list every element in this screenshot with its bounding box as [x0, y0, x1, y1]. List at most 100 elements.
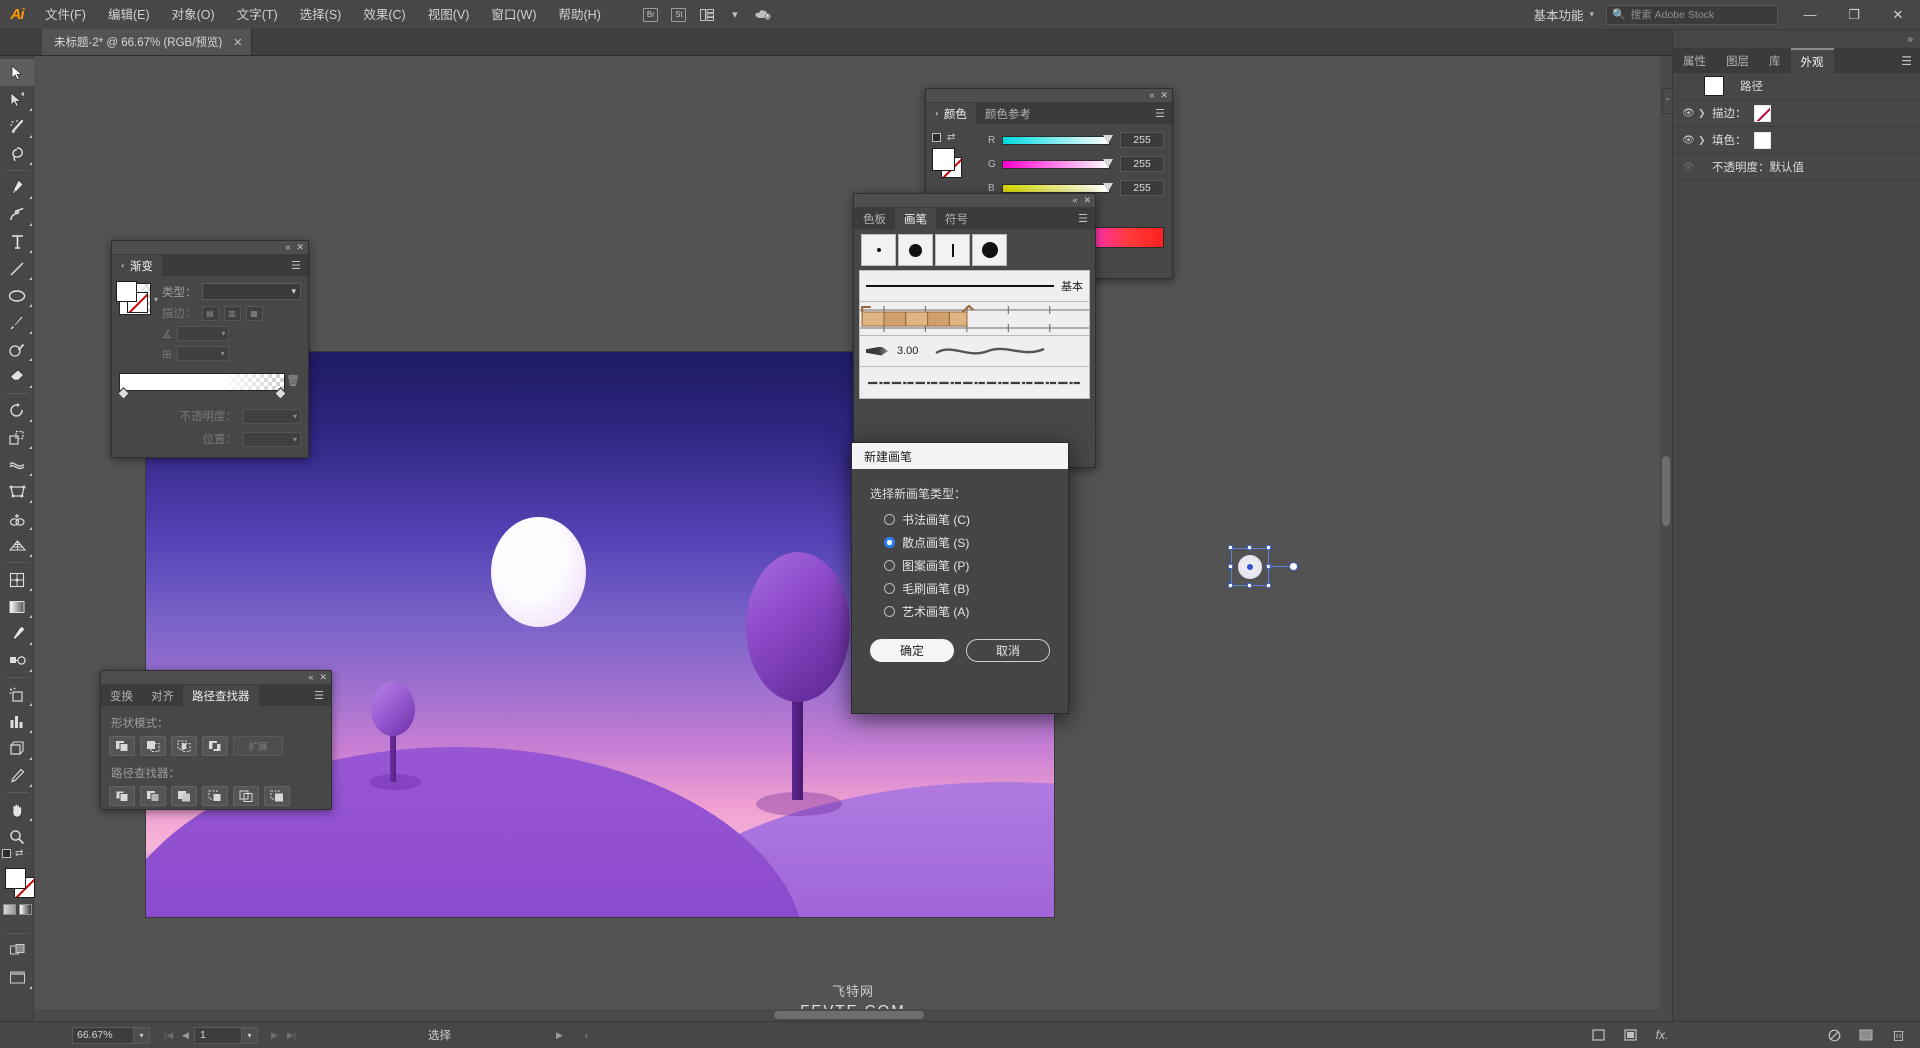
- fill-visibility-eye-icon[interactable]: 👁: [1679, 135, 1698, 146]
- color-slider-r[interactable]: R 255: [988, 132, 1164, 148]
- channel-r-knob[interactable]: [1103, 134, 1113, 144]
- gradient-aspect-input[interactable]: ▾: [176, 346, 229, 361]
- intersect-icon[interactable]: [171, 736, 197, 756]
- gradient-preset-caret-icon[interactable]: ▾: [154, 295, 158, 304]
- window-minimize-button[interactable]: —: [1788, 0, 1832, 30]
- brushes-panel-menu-icon[interactable]: ☰: [1071, 208, 1095, 229]
- bridge-icon[interactable]: Br: [638, 5, 664, 25]
- channel-b-track[interactable]: [1002, 182, 1113, 193]
- radio-art-brush-indicator[interactable]: [884, 606, 895, 617]
- line-segment-tool[interactable]: [0, 255, 34, 282]
- outline-icon[interactable]: [233, 786, 259, 806]
- channel-g-value[interactable]: 255: [1120, 156, 1164, 172]
- minus-front-icon[interactable]: [140, 736, 166, 756]
- shape-builder-tool[interactable]: [0, 505, 34, 532]
- selection-tool[interactable]: [0, 59, 34, 86]
- tab-symbols[interactable]: 符号: [936, 208, 977, 229]
- merge-icon[interactable]: [171, 786, 197, 806]
- tab-layers[interactable]: 图层: [1716, 48, 1759, 73]
- radio-scatter-brush[interactable]: 散点画笔 (S): [884, 534, 1050, 551]
- menu-effect[interactable]: 效果(C): [352, 0, 416, 30]
- radio-calligraphic-brush[interactable]: 书法画笔 (C): [884, 511, 1050, 528]
- pen-tool[interactable]: [0, 174, 34, 201]
- right-dock-expand-icon[interactable]: »: [1673, 30, 1920, 48]
- handle-bottom-right[interactable]: [1266, 583, 1271, 588]
- window-close-button[interactable]: ✕: [1876, 0, 1920, 30]
- trash-icon[interactable]: [1890, 1028, 1906, 1042]
- stroke-expand-arrow-icon[interactable]: ❯: [1698, 108, 1712, 119]
- zoom-level-input[interactable]: 66.67%: [72, 1026, 134, 1044]
- artboard-number-input[interactable]: 1: [194, 1026, 242, 1044]
- canvas-vertical-scrollbar[interactable]: [1660, 56, 1672, 1021]
- status-back-icon[interactable]: ‹: [578, 1030, 595, 1040]
- tab-color[interactable]: ◐ 颜色: [926, 103, 976, 124]
- magic-wand-tool[interactable]: [0, 113, 34, 140]
- stroke-gradient-across[interactable]: ▦: [245, 305, 263, 321]
- channel-g-track[interactable]: [1002, 158, 1113, 169]
- radio-bristle-brush-indicator[interactable]: [884, 583, 895, 594]
- brush-list-item-basic[interactable]: 基本: [860, 271, 1089, 302]
- pathfinder-panel[interactable]: « ✕ 变换 对齐 路径查找器 ☰ 形状模式： 扩展 路径查找器：: [100, 670, 332, 810]
- swap-fill-stroke-icon[interactable]: ⇄: [15, 848, 23, 859]
- arrange-documents-icon[interactable]: [694, 5, 720, 25]
- symbol-sprayer-tool[interactable]: [0, 681, 34, 708]
- appearance-row-stroke[interactable]: 👁 ❯ 描边：: [1673, 100, 1920, 127]
- stroke-color-swatch[interactable]: [1753, 104, 1771, 122]
- type-tool[interactable]: [0, 228, 34, 255]
- first-artboard-button[interactable]: |◀: [160, 1030, 177, 1041]
- color-default-icon[interactable]: [932, 133, 941, 142]
- menu-help[interactable]: 帮助(H): [548, 0, 612, 30]
- paintbrush-tool[interactable]: [0, 309, 34, 336]
- color-swap-icon[interactable]: ⇄: [947, 132, 955, 143]
- color-panel-titlebar[interactable]: « ✕: [926, 89, 1172, 103]
- gradient-type-select[interactable]: ▾: [201, 283, 301, 300]
- window-restore-button[interactable]: ❐: [1832, 0, 1876, 30]
- tab-color-guide[interactable]: 颜色参考: [976, 103, 1040, 124]
- drawing-modes-icon[interactable]: [0, 937, 34, 964]
- brushes-panel-collapse-icon[interactable]: «: [1072, 196, 1077, 205]
- channel-g-knob[interactable]: [1103, 158, 1113, 168]
- gradient-panel-titlebar[interactable]: « ✕: [112, 241, 308, 255]
- search-adobe-stock-input[interactable]: 🔍 搜索 Adobe Stock: [1606, 4, 1778, 25]
- document-tab-close-icon[interactable]: ✕: [233, 36, 242, 49]
- channel-b-value[interactable]: 255: [1120, 180, 1164, 196]
- fill-swatch[interactable]: [5, 868, 26, 889]
- stroke-gradient-along[interactable]: ▥: [223, 305, 241, 321]
- pathfinder-panel-titlebar[interactable]: « ✕: [101, 671, 331, 685]
- unite-icon[interactable]: [109, 736, 135, 756]
- next-artboard-button[interactable]: ▶: [266, 1030, 283, 1041]
- channel-b-knob[interactable]: [1103, 182, 1113, 192]
- screen-mode-icon[interactable]: [1858, 1028, 1874, 1042]
- menu-type[interactable]: 文字(T): [226, 0, 289, 30]
- color-panel-close-icon[interactable]: ✕: [1160, 91, 1168, 100]
- gradient-panel-close-icon[interactable]: ✕: [296, 243, 304, 252]
- tab-transform[interactable]: 变换: [101, 685, 142, 706]
- selected-object[interactable]: [1228, 545, 1298, 588]
- default-fill-stroke-icon[interactable]: [2, 849, 11, 858]
- prev-artboard-button[interactable]: ◀: [177, 1030, 194, 1041]
- delete-stop-icon[interactable]: 🗑: [285, 374, 301, 387]
- gradient-angle-input[interactable]: ▾: [177, 326, 230, 341]
- mesh-tool[interactable]: [0, 566, 34, 593]
- menu-select[interactable]: 选择(S): [289, 0, 353, 30]
- horizontal-scroll-thumb[interactable]: [774, 1011, 924, 1019]
- workspace-caret-icon[interactable]: ▾: [1589, 9, 1606, 20]
- handle-top-center[interactable]: [1247, 545, 1252, 550]
- menu-edit[interactable]: 编辑(E): [97, 0, 161, 30]
- gradient-button[interactable]: [19, 904, 32, 915]
- radio-pattern-brush[interactable]: 图案画笔 (P): [884, 557, 1050, 574]
- column-graph-tool[interactable]: [0, 708, 34, 735]
- zoom-level-caret-icon[interactable]: ▾: [134, 1026, 150, 1044]
- appearance-row-fill[interactable]: 👁 ❯ 填色：: [1673, 127, 1920, 154]
- gradient-tool[interactable]: [0, 593, 34, 620]
- screen-mode-icon[interactable]: [0, 964, 34, 991]
- artboard-icon[interactable]: [1590, 1028, 1606, 1042]
- radio-scatter-brush-indicator[interactable]: [884, 537, 895, 548]
- vertical-scroll-thumb[interactable]: [1662, 456, 1670, 526]
- tab-libraries[interactable]: 库: [1759, 48, 1791, 73]
- crop-icon[interactable]: [202, 786, 228, 806]
- status-play-icon[interactable]: ▶: [551, 1030, 568, 1041]
- tab-pathfinder[interactable]: 路径查找器: [183, 685, 259, 706]
- canvas-horizontal-scrollbar[interactable]: [34, 1009, 1660, 1021]
- minus-back-icon[interactable]: [264, 786, 290, 806]
